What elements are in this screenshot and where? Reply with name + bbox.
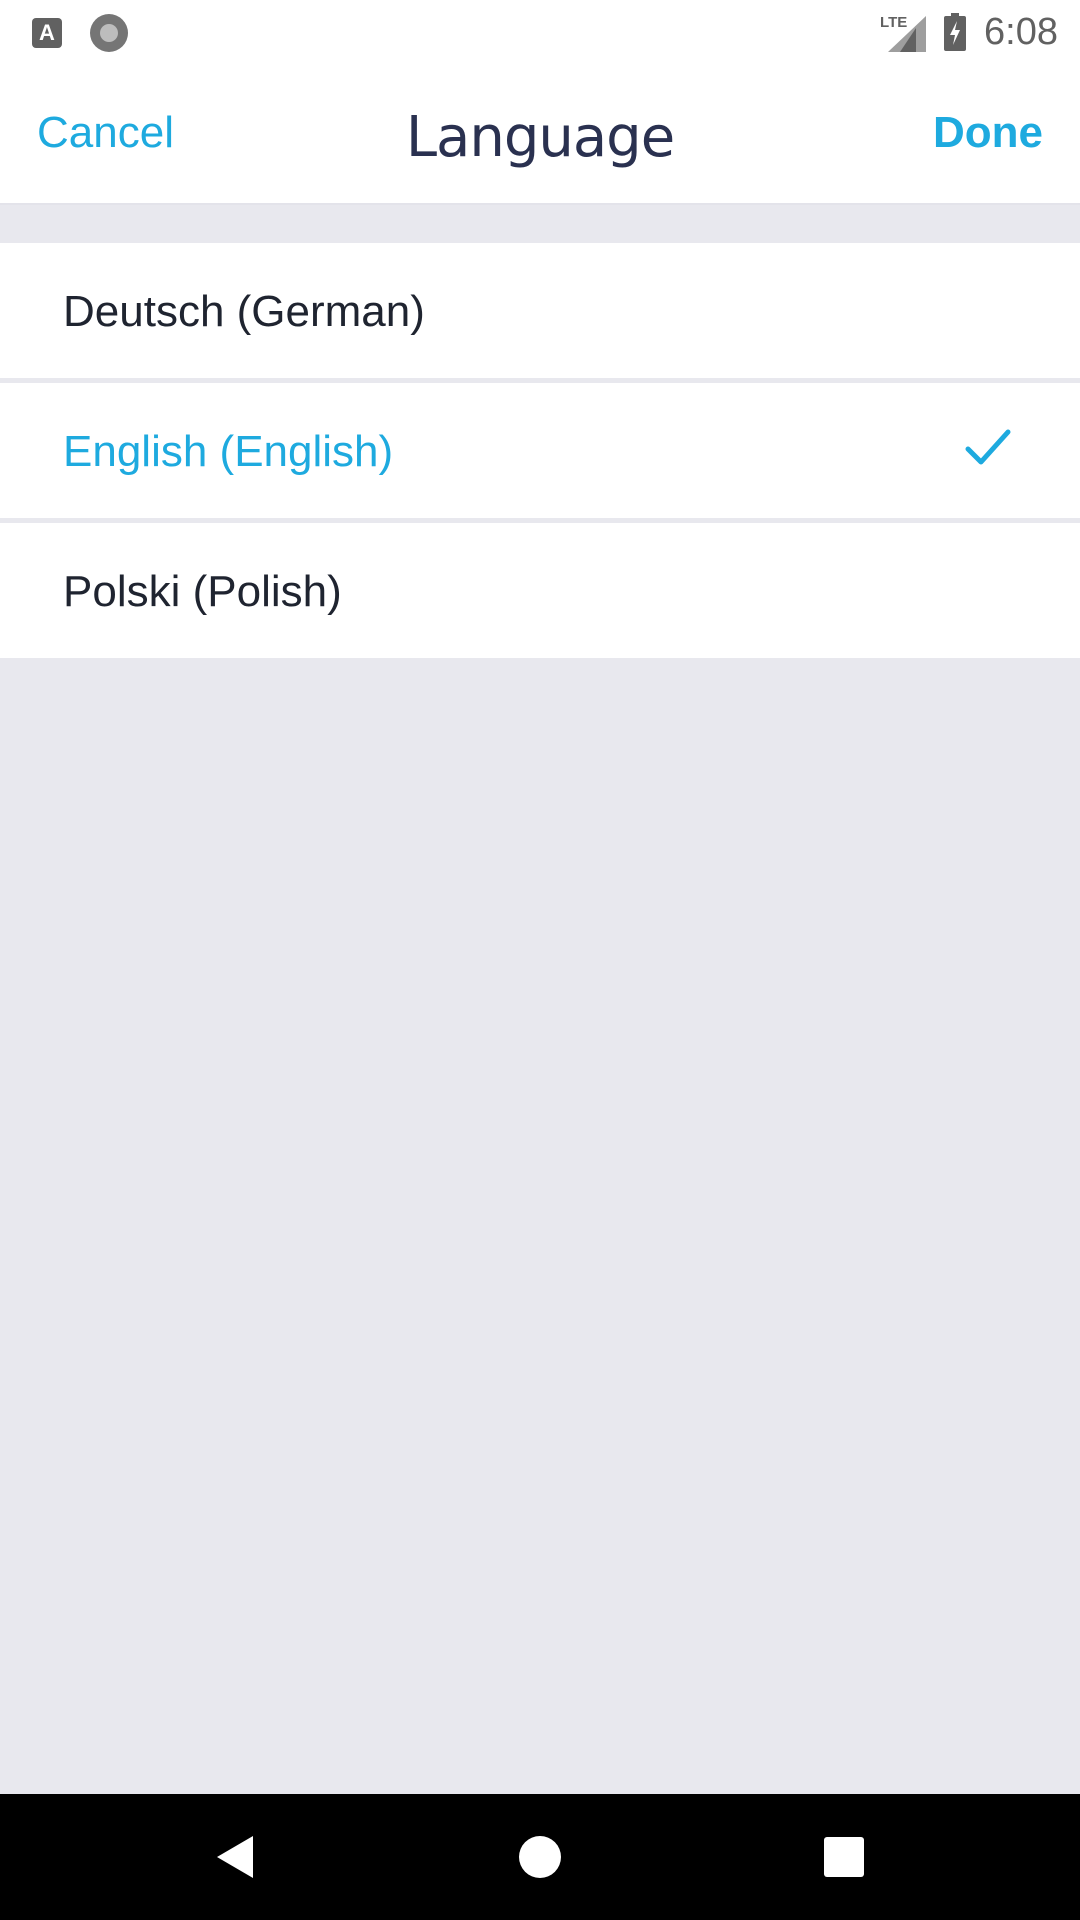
clock: 6:08 (984, 10, 1058, 53)
status-bar: A LTE 6:08 (0, 0, 1080, 63)
signal-icon: LTE (880, 12, 927, 52)
status-right: LTE 6:08 (880, 8, 1058, 56)
text-a-icon: A (32, 18, 62, 48)
home-icon[interactable] (517, 1834, 563, 1880)
recent-apps-icon[interactable] (821, 1834, 867, 1880)
language-label: English (English) (63, 427, 394, 476)
language-item-english[interactable]: English (English) (0, 383, 1080, 518)
language-list: Deutsch (German) English (English) Polsk… (0, 243, 1080, 658)
language-item-german[interactable]: Deutsch (German) (0, 243, 1080, 378)
language-label: Deutsch (German) (63, 287, 425, 336)
battery-icon (944, 13, 967, 51)
navigation-bar (0, 1794, 1080, 1920)
status-left: A (32, 14, 128, 52)
checkmark-icon (965, 429, 1011, 465)
page-title: Language (405, 105, 675, 170)
language-item-polish[interactable]: Polski (Polish) (0, 523, 1080, 658)
record-circle-icon (90, 14, 128, 52)
language-label: Polski (Polish) (63, 567, 342, 616)
app-bar: Cancel Language Done (0, 63, 1080, 205)
network-type: LTE (880, 14, 908, 31)
done-button[interactable]: Done (933, 108, 1043, 158)
back-icon[interactable] (213, 1834, 259, 1880)
language-screen: A LTE 6:08 Cancel Language Done Deutsch … (0, 0, 1080, 1920)
